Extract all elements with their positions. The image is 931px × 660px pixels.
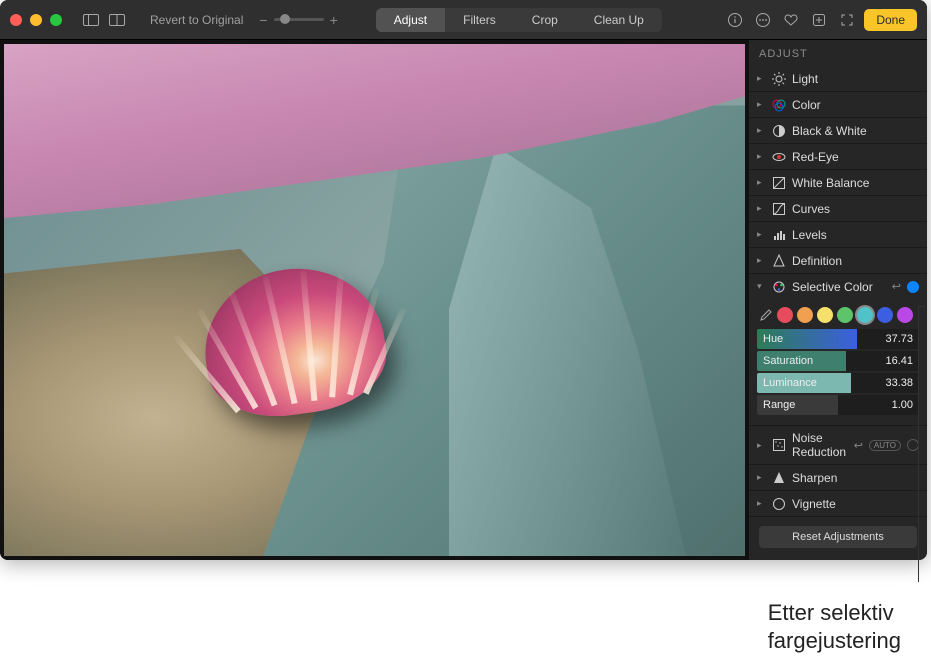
- definition-icon: [771, 253, 786, 268]
- adj-whitebalance[interactable]: ▸ White Balance: [749, 170, 927, 196]
- curves-icon: [771, 201, 786, 216]
- adj-vignette[interactable]: ▸ Vignette: [749, 491, 927, 517]
- photos-edit-window: Revert to Original − + Adjust Filters Cr…: [0, 0, 927, 560]
- chevron-right-icon: ▸: [757, 203, 765, 214]
- bw-icon: [771, 123, 786, 138]
- done-button[interactable]: Done: [864, 9, 917, 31]
- photo-subject-shell: [204, 269, 384, 414]
- chevron-right-icon: ▸: [757, 151, 765, 162]
- adj-bw[interactable]: ▸ Black & White: [749, 118, 927, 144]
- chevron-right-icon: ▸: [757, 177, 765, 188]
- tab-filters[interactable]: Filters: [445, 8, 514, 32]
- sidebar-header: ADJUST: [749, 40, 927, 66]
- color-swatch[interactable]: [857, 307, 873, 323]
- caption: Etter selektiv fargejustering: [768, 599, 901, 654]
- chevron-right-icon: ▸: [757, 73, 765, 84]
- undo-icon[interactable]: ↩: [892, 280, 901, 293]
- color-swatch[interactable]: [837, 307, 853, 323]
- chevron-down-icon: ▾: [757, 281, 765, 292]
- zoom-in-icon: +: [330, 12, 338, 28]
- chevron-right-icon: ▸: [757, 440, 765, 451]
- eyedropper-icon[interactable]: [757, 307, 773, 323]
- color-swatch[interactable]: [897, 307, 913, 323]
- photo-canvas[interactable]: [4, 44, 745, 556]
- zoom-window-button[interactable]: [50, 14, 62, 26]
- saturation-slider[interactable]: Saturation 16.41: [757, 351, 919, 371]
- adj-light[interactable]: ▸ Light: [749, 66, 927, 92]
- adj-curves[interactable]: ▸ Curves: [749, 196, 927, 222]
- sharpen-icon: [771, 470, 786, 485]
- chevron-right-icon: ▸: [757, 498, 765, 509]
- photo-preview: [0, 40, 749, 560]
- color-swatch[interactable]: [777, 307, 793, 323]
- compare-icon[interactable]: [106, 9, 128, 31]
- color-icon: [771, 97, 786, 112]
- info-icon[interactable]: [724, 9, 746, 31]
- noise-icon: [771, 438, 786, 453]
- chevron-right-icon: ▸: [757, 229, 765, 240]
- chevron-right-icon: ▸: [757, 255, 765, 266]
- zoom-out-icon: −: [259, 12, 267, 28]
- wb-icon: [771, 175, 786, 190]
- chevron-right-icon: ▸: [757, 99, 765, 110]
- minimize-window-button[interactable]: [30, 14, 42, 26]
- reset-adjustments-button[interactable]: Reset Adjustments: [759, 526, 917, 548]
- favorite-icon[interactable]: [780, 9, 802, 31]
- selective-color-panel: Hue 37.73 Saturation 16.41 Luminance 33.…: [749, 299, 927, 426]
- fullscreen-icon[interactable]: [836, 9, 858, 31]
- chevron-right-icon: ▸: [757, 125, 765, 136]
- adj-definition[interactable]: ▸ Definition: [749, 248, 927, 274]
- chevron-right-icon: ▸: [757, 472, 765, 483]
- more-icon[interactable]: [752, 9, 774, 31]
- edit-tabs: Adjust Filters Crop Clean Up: [376, 8, 662, 32]
- tab-crop[interactable]: Crop: [514, 8, 576, 32]
- color-swatch[interactable]: [797, 307, 813, 323]
- color-swatch[interactable]: [817, 307, 833, 323]
- adj-color[interactable]: ▸ Color: [749, 92, 927, 118]
- add-icon[interactable]: [808, 9, 830, 31]
- levels-icon: [771, 227, 786, 242]
- close-window-button[interactable]: [10, 14, 22, 26]
- redeye-icon: [771, 149, 786, 164]
- adjust-sidebar: ADJUST ▸ Light ▸ Color ▸ Black & White ▸…: [749, 40, 927, 560]
- hue-slider[interactable]: Hue 37.73: [757, 329, 919, 349]
- traffic-lights: [10, 14, 62, 26]
- callout-tick: [919, 306, 925, 307]
- range-slider[interactable]: Range 1.00: [757, 395, 919, 415]
- selective-color-icon: [771, 279, 786, 294]
- callout-line: [918, 306, 919, 582]
- adj-sharpen[interactable]: ▸ Sharpen: [749, 465, 927, 491]
- tab-adjust[interactable]: Adjust: [376, 8, 445, 32]
- undo-icon[interactable]: ↩: [854, 439, 863, 452]
- titlebar: Revert to Original − + Adjust Filters Cr…: [0, 0, 927, 40]
- tab-cleanup[interactable]: Clean Up: [576, 8, 662, 32]
- sidebar-toggle-icon[interactable]: [80, 9, 102, 31]
- color-swatch[interactable]: [877, 307, 893, 323]
- vignette-icon: [771, 496, 786, 511]
- zoom-slider[interactable]: − +: [259, 12, 337, 28]
- light-icon: [771, 71, 786, 86]
- color-swatch-row: [757, 307, 919, 323]
- adj-redeye[interactable]: ▸ Red-Eye: [749, 144, 927, 170]
- adj-selective-color[interactable]: ▾ Selective Color ↩: [749, 274, 927, 299]
- selcolor-enable-toggle[interactable]: [907, 281, 919, 293]
- revert-button[interactable]: Revert to Original: [142, 9, 251, 31]
- luminance-slider[interactable]: Luminance 33.38: [757, 373, 919, 393]
- adj-levels[interactable]: ▸ Levels: [749, 222, 927, 248]
- auto-badge[interactable]: AUTO: [869, 440, 901, 451]
- adj-noise-reduction[interactable]: ▸ Noise Reduction ↩ AUTO: [749, 426, 927, 465]
